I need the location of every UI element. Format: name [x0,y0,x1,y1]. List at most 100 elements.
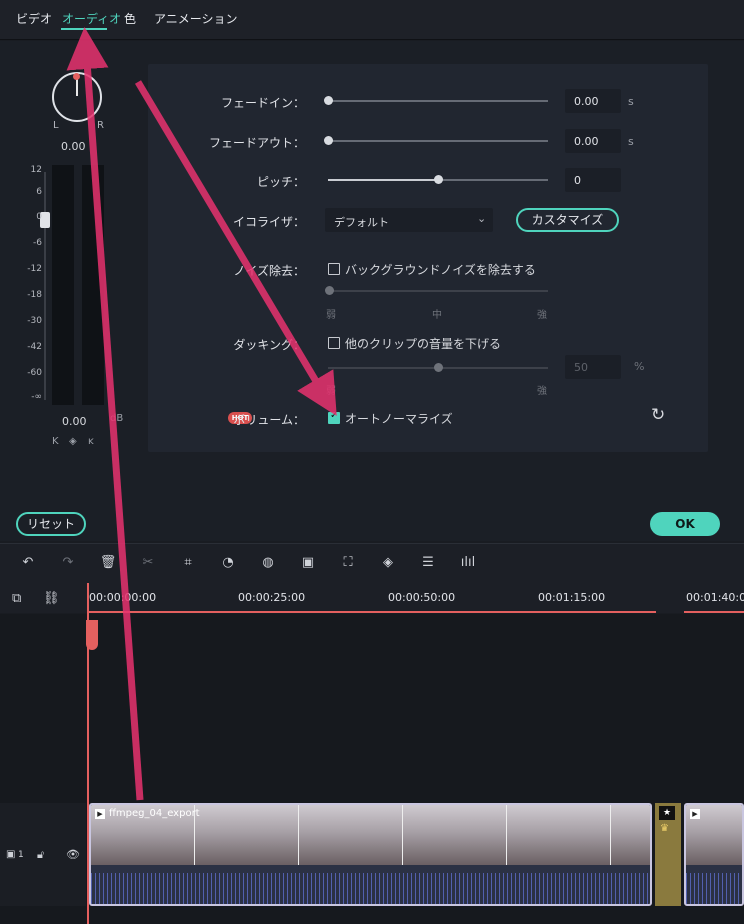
fade-in-value-field[interactable]: 0.00 [565,89,621,113]
denoise-slider [328,290,548,292]
denoise-label: ノイズ除去： [233,264,305,278]
audio-waveform [686,873,742,904]
lock-icon[interactable]: 🔓︎ [37,848,44,862]
speed-icon[interactable]: ◔ [218,553,238,573]
reset-rotate-icon[interactable]: ↻ [651,405,665,425]
ducking-unit: % [634,360,645,373]
fade-in-slider[interactable] [328,100,548,102]
audio-waveform [91,873,650,904]
fade-out-value-field[interactable]: 0.00 [565,129,621,153]
scale-tick: -60 [27,368,42,378]
customize-button[interactable]: カスタマイズ [516,208,619,232]
pitch-knob[interactable] [434,175,443,184]
tab-audio[interactable]: オーディオ [62,10,121,27]
pitch-label: ピッチ： [256,175,305,189]
video-clip[interactable]: ▶ ffmpeg_04_export [89,803,652,906]
denoise-checkbox[interactable] [328,263,340,275]
equalizer-select[interactable]: デフォルト ⌄ [325,208,493,232]
ducking-tick-weak: 弱 [326,386,336,397]
track-header: ▣ 1 🔓︎ 👁︎ [0,803,86,906]
pitch-slider-fill [328,179,438,181]
pitch-value-field[interactable]: 0 [565,168,621,192]
redo-icon[interactable]: ↷ [58,553,78,573]
scale-tick: -30 [27,316,42,326]
color-palette-icon[interactable]: ◍ [258,553,278,573]
ducking-checkbox[interactable] [328,337,340,349]
crown-icon: ♛ [660,823,669,834]
scale-tick: 0 [36,212,42,222]
clip-thumbnail [611,805,650,865]
fade-out-knob[interactable] [324,136,333,145]
star-icon: ★ [659,806,675,820]
ruler-progress [88,611,656,613]
pan-knob-dot [73,73,80,80]
meter-keyframe-icon[interactable]: ◈ [69,436,77,447]
audio-wave-icon[interactable]: ılıl [458,553,478,573]
denoise-knob [325,286,334,295]
clip-thumbnail [507,805,611,865]
audio-settings-card [148,64,708,452]
video-clip-2[interactable]: ▶ [684,803,744,906]
crop-icon[interactable]: ⌗ [178,553,198,573]
timecode: 00:00:50:00 [388,591,456,604]
tab-animation[interactable]: アニメーション [154,10,238,27]
stabilize-icon[interactable]: ⛶ [338,553,358,573]
pan-left-label: L [53,120,59,131]
timecode: 00:01:15:00 [538,591,606,604]
meter-left-channel [52,165,74,405]
undo-icon[interactable]: ↶ [18,553,38,573]
cut-icon[interactable]: ✂ [138,553,158,573]
equalizer-label: イコライザ： [232,215,305,229]
pan-right-label: R [97,120,104,131]
adjust-icon[interactable]: ☰ [418,553,438,573]
scale-tick: -6 [33,238,42,248]
delete-icon[interactable]: 🗑 [98,553,118,573]
scale-tick: -∞ [31,392,42,402]
scale-tick: 6 [36,187,42,197]
audio-editor-window: ビデオ オーディオ 色 アニメーション L R 0.00 12 6 0 -6 -… [0,0,744,924]
green-screen-icon[interactable]: ▣ [298,553,318,573]
tab-color[interactable]: 色 [124,10,136,27]
keyframe-icon[interactable]: ◈ [378,553,398,573]
link-icon[interactable]: ⛓ [43,591,60,606]
reset-button[interactable]: リセット [16,512,86,536]
transition-block[interactable]: ★ ♛ [655,803,681,906]
clip-thumbnail [195,805,299,865]
auto-normalize-checkbox[interactable]: ✓ [328,410,340,424]
fade-in-knob[interactable] [324,96,333,105]
tab-video[interactable]: ビデオ [16,10,52,27]
denoise-tick-strong: 強 [537,310,547,321]
ducking-label: ダッキング： [233,338,305,352]
denoise-tick-mid: 中 [432,310,442,321]
fade-out-slider[interactable] [328,140,548,142]
clip-play-icon: ▶ [690,809,700,819]
playhead-handle[interactable] [86,620,98,650]
ducking-value-field: 50 [565,355,621,379]
clip-name: ffmpeg_04_export [109,808,200,819]
fade-in-label: フェードイン： [220,96,305,110]
meter-unit: dB [110,413,124,424]
chevron-down-icon: ⌄ [477,212,487,225]
eye-icon[interactable]: 👁︎ [66,848,80,861]
fade-out-label: フェードアウト： [208,136,305,150]
equalizer-selected: デフォルト [334,216,389,229]
ok-button[interactable]: OK [650,512,720,536]
meter-value: 0.00 [62,415,87,428]
video-track-icon: ▣ [6,849,16,860]
meter-prev-icon[interactable]: K [52,436,59,447]
checkmark-icon: ✓ [330,410,339,421]
add-track-icon[interactable]: ⧉ [12,591,21,606]
clip-thumbnail [299,805,403,865]
scale-tick: 12 [30,165,42,175]
active-tab-underline [61,28,107,30]
meter-next-icon[interactable]: ᴋ [88,436,94,447]
timecode: 00:00:25:00 [238,591,306,604]
track-number: 1 [18,850,24,860]
volume-slider-track [44,172,46,400]
scale-tick: -42 [27,342,42,352]
timecode: 00:00:00:00 [89,591,157,604]
fade-in-unit: s [628,95,634,108]
timecode: 00:01:40:00 [686,591,744,604]
auto-normalize-label: オートノーマライズ [345,412,453,426]
ruler-progress-2 [684,611,744,613]
